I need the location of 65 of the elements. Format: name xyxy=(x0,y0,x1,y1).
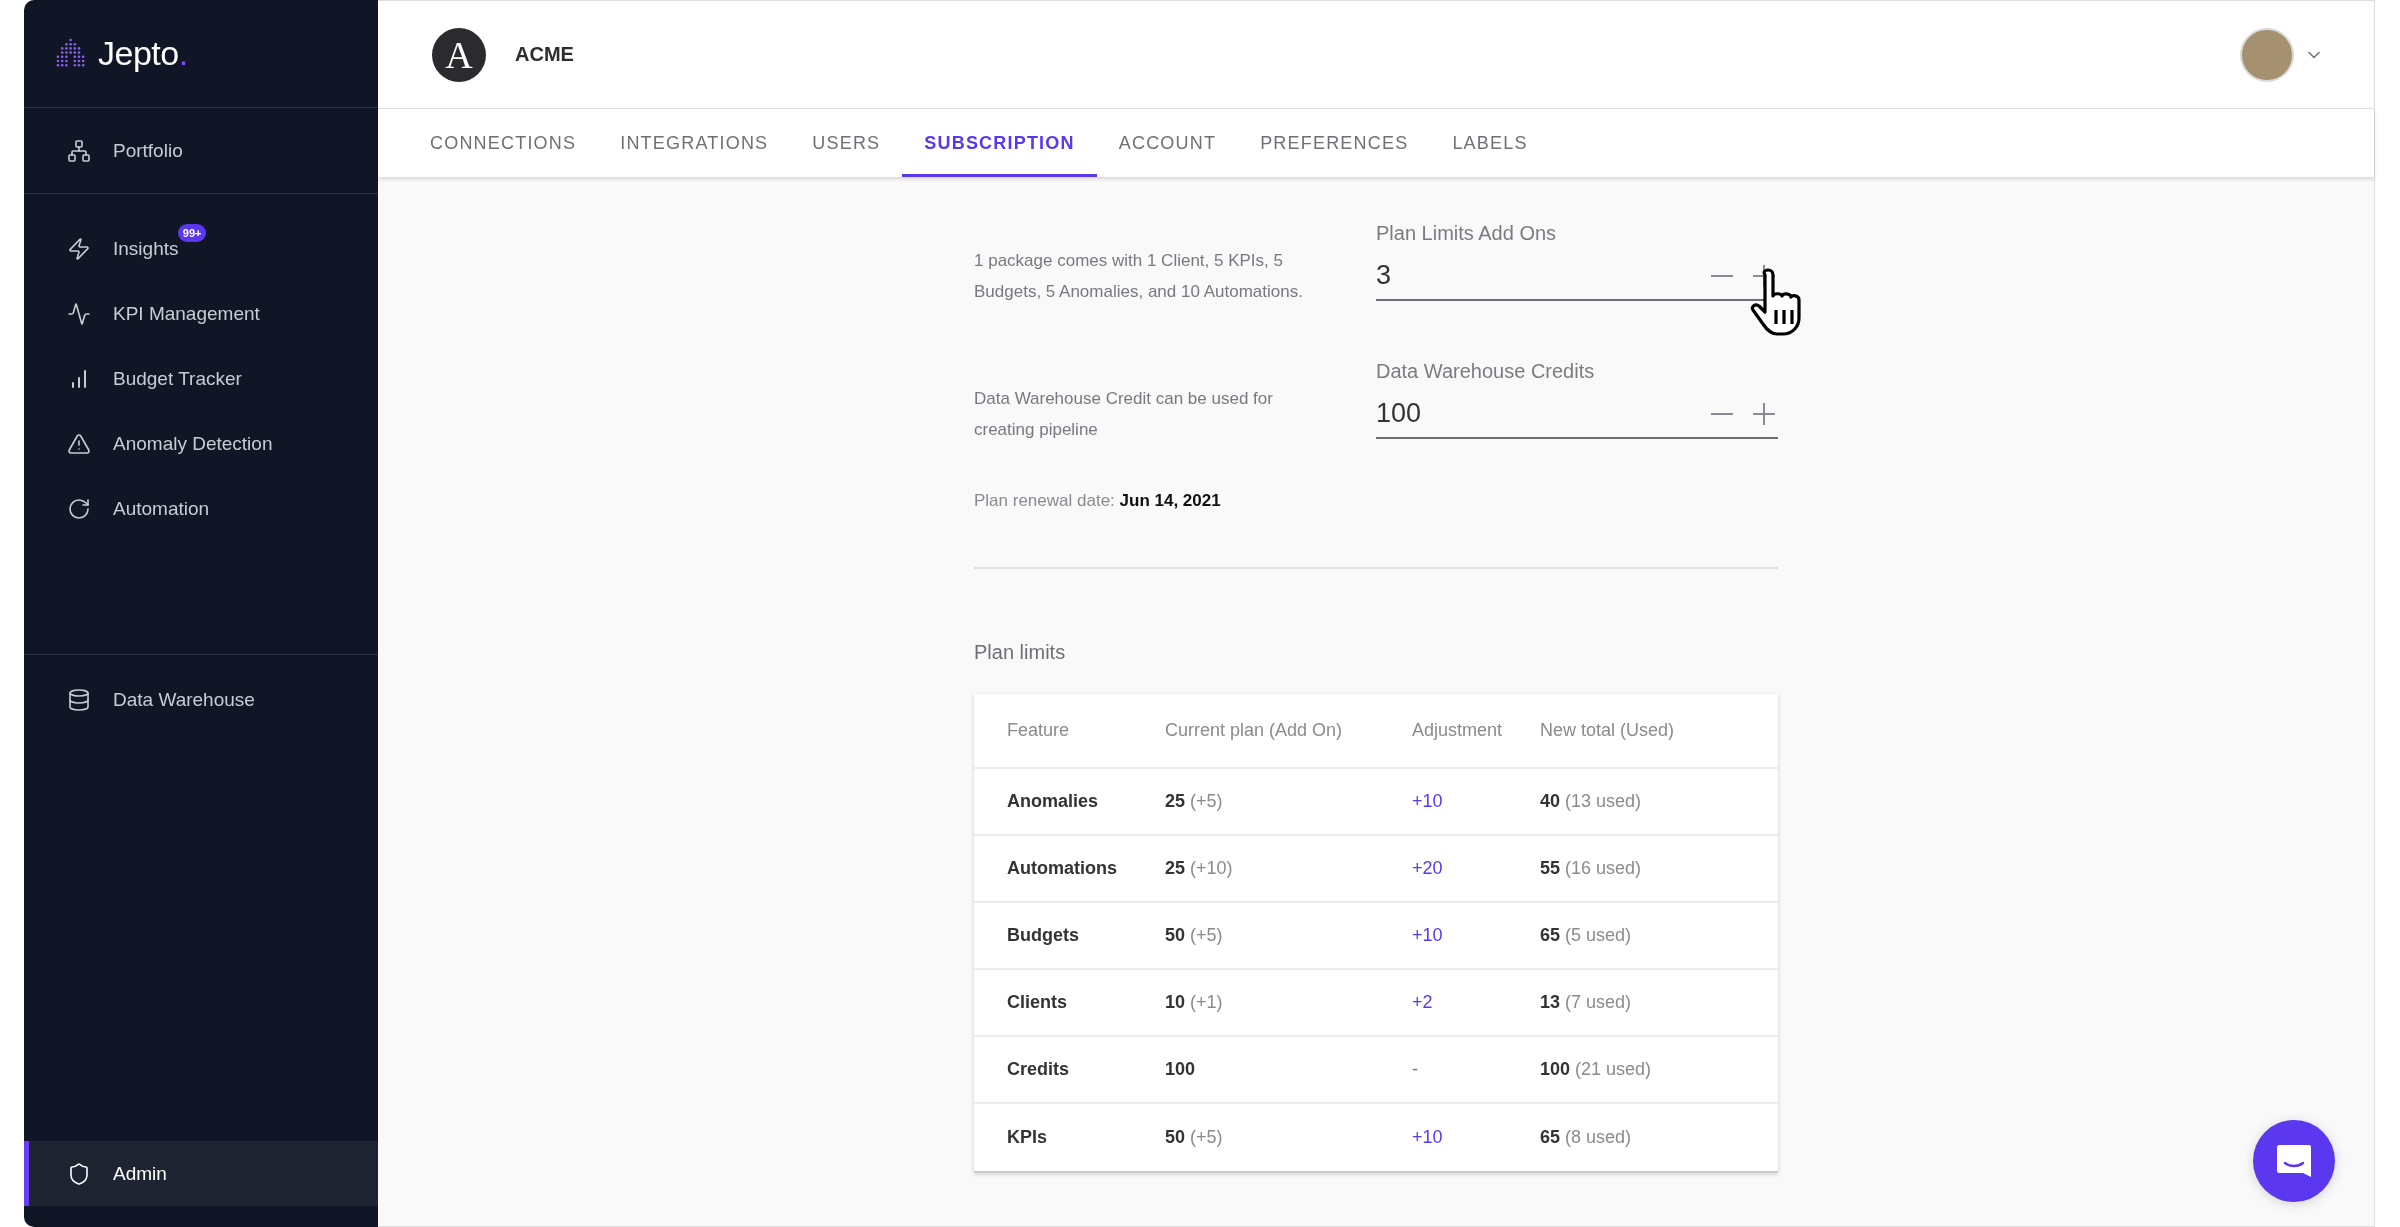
shield-icon xyxy=(67,1161,91,1186)
nav-item[interactable]: Admin xyxy=(24,1141,378,1206)
table-cell-text: 55 (16 used) xyxy=(1540,858,1643,879)
number-field[interactable]: 100 xyxy=(1376,398,1694,429)
nav-item[interactable]: Budget Tracker xyxy=(24,346,378,411)
tab[interactable]: CONNECTIONS xyxy=(408,109,599,177)
table-cell-text: Credits xyxy=(1007,1059,1070,1080)
pulse-icon xyxy=(67,301,91,326)
section-title: Plan limits xyxy=(974,641,1067,664)
minus-icon xyxy=(1711,274,1733,277)
tab[interactable]: PREFERENCES xyxy=(1238,109,1431,177)
table-cell-text: KPIs xyxy=(1007,1127,1049,1148)
table-cell-text: 65 (8 used) xyxy=(1540,1127,1633,1148)
table-cell-text: 10 (+1) xyxy=(1165,992,1224,1013)
table-cell-text: +10 xyxy=(1412,1127,1444,1148)
table-cell-text: 25 (+10) xyxy=(1165,858,1234,879)
tab[interactable]: ACCOUNT xyxy=(1096,109,1239,177)
table-cell-text: 65 (5 used) xyxy=(1540,925,1633,946)
table-cell-text: 25 (+5) xyxy=(1165,791,1224,812)
warning-icon xyxy=(67,431,91,456)
org-logo: A xyxy=(432,27,486,82)
tab[interactable]: INTEGRATIONS xyxy=(598,109,791,177)
org-name: ACME xyxy=(515,43,575,66)
plus-icon xyxy=(1753,402,1775,425)
renewal-date-text: Plan renewal date: Jun 14, 2021 xyxy=(974,491,1778,569)
table-cell-text: Clients xyxy=(1007,992,1068,1013)
column-header: Feature xyxy=(1007,720,1071,741)
tab[interactable]: LABELS xyxy=(1430,109,1550,177)
table-cell-text: 50 (+5) xyxy=(1165,1127,1224,1148)
column-header: Current plan (Add On) xyxy=(1165,720,1344,741)
table-cell-text: Automations xyxy=(1007,858,1118,879)
logo-text: Jepto. xyxy=(98,34,188,73)
count-badge: 99+ xyxy=(177,223,207,242)
table-cell-text: +10 xyxy=(1412,791,1444,812)
nav-item[interactable]: KPI Management xyxy=(24,281,378,346)
field-description: 1 package comes with 1 Client, 5 KPIs, 5 Budgets, 5 Anomalies, and 10 Automations. xyxy=(974,250,1304,303)
table-cell-text: 100 xyxy=(1165,1059,1197,1080)
nav-item[interactable]: Anomaly Detection xyxy=(24,411,378,476)
field-label: Data Warehouse Credits xyxy=(1376,359,1596,383)
refresh-icon xyxy=(67,496,91,521)
table-cell-text: - xyxy=(1412,1059,1419,1080)
nav-item[interactable]: Data Warehouse xyxy=(24,667,378,732)
table-cell-text: +2 xyxy=(1412,992,1434,1013)
table-cell-text: 50 (+5) xyxy=(1165,925,1224,946)
avatar[interactable] xyxy=(2240,27,2294,82)
field-description: Data Warehouse Credit can be used for creating pipeline xyxy=(974,388,1274,441)
database-icon xyxy=(67,687,91,712)
table-cell-text: +10 xyxy=(1412,925,1444,946)
column-header: New total (Used) xyxy=(1540,720,1676,741)
table-cell-text: Budgets xyxy=(1007,925,1080,946)
lightning-icon xyxy=(67,236,91,261)
nav-item[interactable]: Portfolio xyxy=(24,118,378,183)
column-header: Adjustment xyxy=(1412,720,1504,741)
table-cell-text: 100 (21 used) xyxy=(1540,1059,1653,1080)
number-field[interactable]: 3 xyxy=(1376,260,1694,291)
nav-item[interactable]: Insights 99+ xyxy=(24,216,378,281)
tab[interactable]: USERS xyxy=(790,109,903,177)
table-cell-text: 13 (7 used) xyxy=(1540,992,1633,1013)
table-cell-text: +20 xyxy=(1412,858,1444,879)
hierarchy-icon xyxy=(67,138,91,163)
nav-item[interactable]: Automation xyxy=(24,476,378,541)
field-label: Plan Limits Add Ons xyxy=(1376,221,1558,245)
minus-icon xyxy=(1711,412,1733,415)
table-cell-text: Anomalies xyxy=(1007,791,1100,812)
table-cell-text: 40 (13 used) xyxy=(1540,791,1643,812)
